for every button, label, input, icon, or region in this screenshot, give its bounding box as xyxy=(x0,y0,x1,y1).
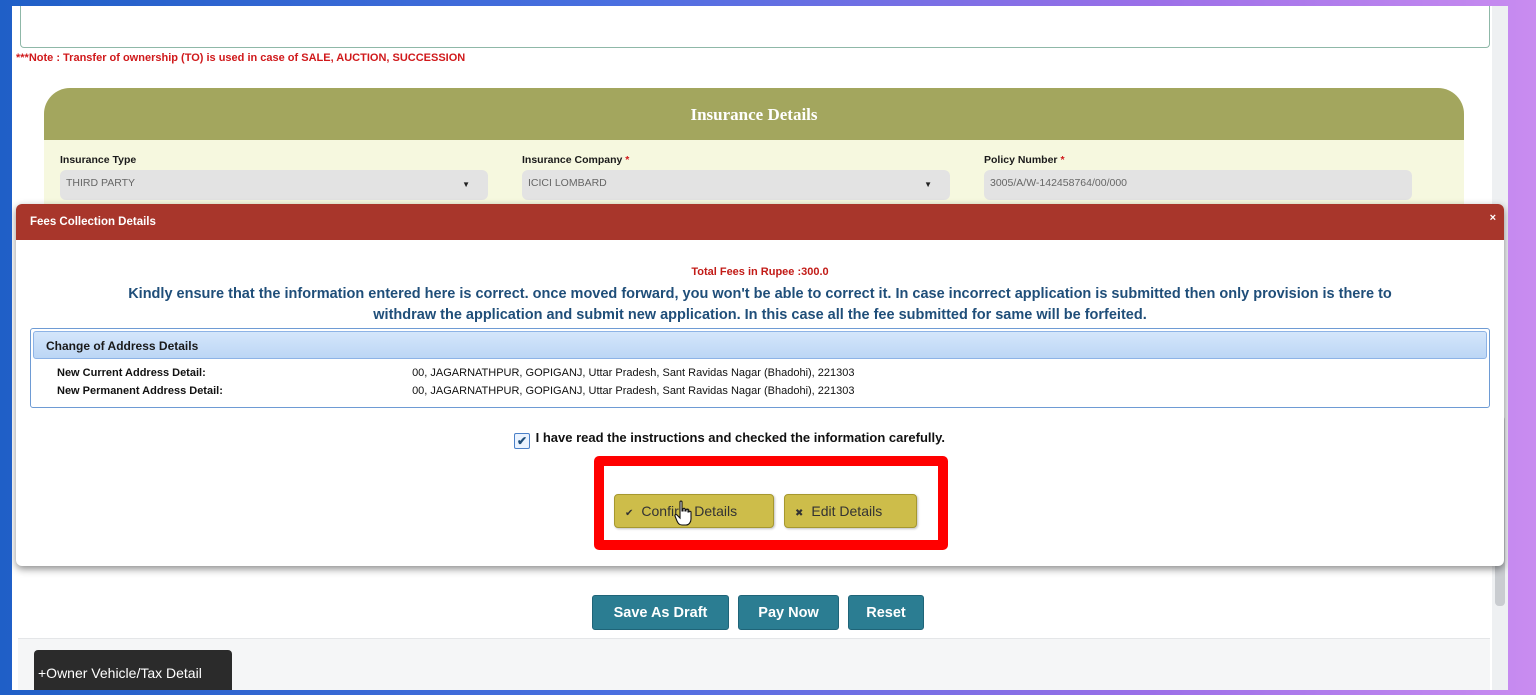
edit-details-label: Edit Details xyxy=(811,503,883,519)
insurance-type-label: Insurance Type xyxy=(60,154,137,166)
permanent-address-label: New Permanent Address Detail: xyxy=(57,385,223,397)
edit-details-button[interactable]: ✖ Edit Details xyxy=(784,494,917,528)
page: ***Note : Transfer of ownership (TO) is … xyxy=(12,6,1508,690)
bottom-section xyxy=(18,638,1490,690)
check-icon: ✔ xyxy=(625,508,634,519)
reset-button[interactable]: Reset xyxy=(848,595,924,630)
confirm-details-button[interactable]: ✔ Confirm Details xyxy=(614,494,774,528)
insurance-type-field: Insurance Type THIRD PARTY ▼ xyxy=(60,154,488,200)
permanent-address-value: 00, JAGARNATHPUR, GOPIGANJ, Uttar Prades… xyxy=(412,385,855,397)
pay-now-button[interactable]: Pay Now xyxy=(738,595,839,630)
policy-number-label: Policy Number * xyxy=(984,154,1065,166)
permanent-address-row: New Permanent Address Detail: 00, JAGARN… xyxy=(57,385,855,397)
chevron-down-icon: ▼ xyxy=(924,180,932,189)
highlight-frame: ✔ Confirm Details ✖ Edit Details xyxy=(594,456,948,550)
policy-number-value: 3005/A/W-142458764/00/000 xyxy=(990,177,1128,189)
insurance-type-select[interactable]: THIRD PARTY ▼ xyxy=(60,170,488,200)
save-as-draft-button[interactable]: Save As Draft xyxy=(592,595,729,630)
consent-checkbox[interactable]: ✔ xyxy=(514,433,530,449)
owner-vehicle-tax-tab[interactable]: +Owner Vehicle/Tax Detail xyxy=(34,650,232,690)
x-icon: ✖ xyxy=(795,508,804,519)
current-address-label: New Current Address Detail: xyxy=(57,367,206,379)
warning-line-2: withdraw the application and submit new … xyxy=(373,307,1147,323)
current-address-row: New Current Address Detail: 00, JAGARNAT… xyxy=(57,367,855,379)
hand-cursor-icon xyxy=(674,500,692,526)
warning-message: Kindly ensure that the information enter… xyxy=(30,284,1490,326)
current-address-value: 00, JAGARNATHPUR, GOPIGANJ, Uttar Prades… xyxy=(412,367,855,379)
policy-number-input[interactable]: 3005/A/W-142458764/00/000 xyxy=(984,170,1412,200)
change-of-address-section: Change of Address Details New Current Ad… xyxy=(30,328,1490,408)
modal-header: Fees Collection Details × xyxy=(16,204,1504,240)
close-icon[interactable]: × xyxy=(1490,212,1496,224)
consent-row: ✔ I have read the instructions and check… xyxy=(514,430,945,449)
insurance-company-select[interactable]: ICICI LOMBARD ▼ xyxy=(522,170,950,200)
total-fees: Total Fees in Rupee :300.0 xyxy=(691,266,829,278)
chevron-down-icon: ▼ xyxy=(462,180,470,189)
fees-collection-modal: Fees Collection Details × Total Fees in … xyxy=(16,204,1504,566)
check-icon: ✔ xyxy=(516,434,528,448)
insurance-type-value: THIRD PARTY xyxy=(66,177,136,189)
policy-number-field: Policy Number * 3005/A/W-142458764/00/00… xyxy=(984,154,1412,200)
insurance-company-value: ICICI LOMBARD xyxy=(528,177,607,189)
warning-line-1: Kindly ensure that the information enter… xyxy=(128,286,1392,302)
insurance-details-title: Insurance Details xyxy=(44,88,1464,140)
insurance-company-field: Insurance Company * ICICI LOMBARD ▼ xyxy=(522,154,950,200)
consent-text: I have read the instructions and checked… xyxy=(535,430,945,445)
change-of-address-title: Change of Address Details xyxy=(33,331,1487,359)
insurance-company-label: Insurance Company * xyxy=(522,154,630,166)
modal-title: Fees Collection Details xyxy=(30,216,156,228)
ownership-note: ***Note : Transfer of ownership (TO) is … xyxy=(16,52,466,64)
previous-section-box xyxy=(20,6,1490,48)
